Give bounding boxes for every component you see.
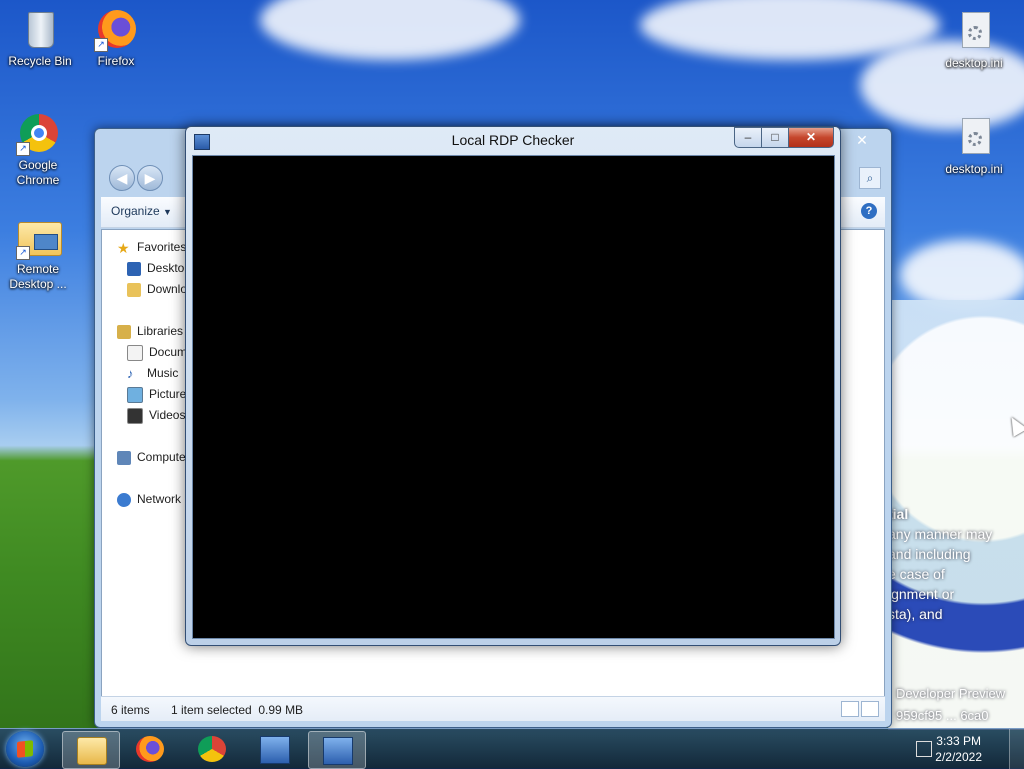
tree-item-label: Network xyxy=(137,492,182,506)
forward-button[interactable]: ▶ xyxy=(137,165,163,191)
organize-label: Organize xyxy=(111,204,160,218)
firefox-icon xyxy=(136,736,164,762)
rdp-checker-icon xyxy=(323,737,353,765)
taskbar-button-firefox[interactable] xyxy=(122,731,178,767)
close-button[interactable]: ✕ xyxy=(788,127,834,148)
computer-icon xyxy=(117,450,131,465)
chrome-icon xyxy=(198,736,226,762)
taskbar: 3:33 PM 2/2/2022 xyxy=(0,728,1024,769)
wallpaper-character xyxy=(888,300,1024,730)
preview-view-icon[interactable] xyxy=(861,701,879,717)
tree-item-label: Favorites xyxy=(137,240,187,254)
selection-info: 1 item selected 0.99 MB xyxy=(171,703,304,717)
videos-icon xyxy=(127,407,143,424)
desktop-icon-label: Google Chrome xyxy=(16,158,60,187)
wallpaper-text: any manner may xyxy=(888,526,993,542)
minimize-button[interactable]: – xyxy=(734,127,762,148)
documents-icon xyxy=(127,344,143,361)
explorer-close-button[interactable]: ✕ xyxy=(841,131,883,149)
desktop-icon-recycle-bin[interactable]: Recycle Bin xyxy=(2,8,78,69)
desktop-icon-label: desktop.ini xyxy=(945,162,1003,176)
recycle-bin-icon xyxy=(18,8,62,52)
wallpaper-text: and including xyxy=(888,546,971,562)
clock-date: 2/2/2022 xyxy=(935,750,982,764)
taskbar-button-chrome[interactable] xyxy=(184,731,240,767)
desktop-icon-label: Remote Desktop ... xyxy=(9,262,67,291)
music-icon: ♪ xyxy=(127,365,134,381)
wallpaper-text: sta), and xyxy=(888,606,943,622)
desktop-icon-firefox[interactable]: ↗ Firefox xyxy=(78,8,154,69)
item-count: 6 items xyxy=(111,703,150,717)
firefox-icon: ↗ xyxy=(94,8,138,52)
wallpaper-text: e case of xyxy=(888,566,945,582)
folder-icon xyxy=(77,737,107,765)
taskbar-button-remote-desktop[interactable] xyxy=(246,731,302,767)
back-button[interactable]: ◀ xyxy=(109,165,135,191)
clock[interactable]: 3:33 PM 2/2/2022 xyxy=(935,733,982,765)
desktop-icon-desktop-ini[interactable]: desktop.ini xyxy=(936,116,1012,177)
maximize-button[interactable]: □ xyxy=(761,127,789,148)
remote-desktop-icon xyxy=(260,736,290,764)
forward-arrow-icon: ▶ xyxy=(144,170,156,186)
tree-item-label: Libraries xyxy=(137,324,184,338)
show-desktop-button[interactable] xyxy=(1009,729,1024,769)
settings-file-icon xyxy=(952,10,996,54)
search-icon[interactable]: ⌕ xyxy=(859,167,881,189)
wallpaper-text: 959cf95 ... 6ca0 xyxy=(896,708,989,723)
desktop-icon-label: Firefox xyxy=(97,54,135,68)
organize-button[interactable]: Organize ▼ xyxy=(111,204,172,218)
network-icon xyxy=(117,492,131,507)
desktop-icon-label: Recycle Bin xyxy=(8,54,72,68)
rdp-checker-window[interactable]: Local RDP Checker – □ ✕ xyxy=(185,126,841,646)
wallpaper-text: ignment or xyxy=(888,586,955,602)
wallpaper-text: Developer Preview xyxy=(896,686,1006,701)
taskbar-button-explorer[interactable] xyxy=(62,731,120,769)
desktop-icon-label: desktop.ini xyxy=(945,56,1003,70)
folder-icon: ↗ xyxy=(16,216,62,260)
tree-item-label: Music xyxy=(147,366,179,380)
chrome-icon: ↗ xyxy=(16,112,60,156)
desktop-icon xyxy=(127,261,141,276)
start-button[interactable] xyxy=(6,731,44,767)
star-icon: ★ xyxy=(117,239,130,256)
tree-item-label: Computer xyxy=(137,450,190,464)
settings-file-icon xyxy=(952,116,996,160)
clock-time: 3:33 PM xyxy=(936,734,981,748)
desktop-icon-remote-desktop[interactable]: ↗ Remote Desktop ... xyxy=(0,216,76,292)
libraries-icon xyxy=(117,324,131,339)
network-tray-icon[interactable] xyxy=(916,741,932,757)
shortcut-arrow-icon: ↗ xyxy=(16,246,30,260)
chevron-down-icon: ▼ xyxy=(163,207,172,217)
help-icon[interactable]: ? xyxy=(861,203,877,219)
downloads-folder-icon xyxy=(127,282,141,297)
wallpaper-cloud xyxy=(260,0,520,60)
pictures-icon xyxy=(127,386,143,403)
details-view-icon[interactable] xyxy=(841,701,859,717)
desktop-icon-google-chrome[interactable]: ↗ Google Chrome xyxy=(0,112,76,188)
status-bar: 6 items 1 item selected 0.99 MB xyxy=(101,696,885,721)
shortcut-arrow-icon: ↗ xyxy=(94,38,108,52)
tree-item-label: Videos xyxy=(149,408,186,422)
taskbar-button-rdp-checker[interactable] xyxy=(308,731,366,769)
shortcut-arrow-icon: ↗ xyxy=(16,142,30,156)
remote-screen-area[interactable] xyxy=(192,155,835,639)
desktop-icon-desktop-ini[interactable]: desktop.ini xyxy=(936,10,1012,71)
back-arrow-icon: ◀ xyxy=(116,170,128,186)
